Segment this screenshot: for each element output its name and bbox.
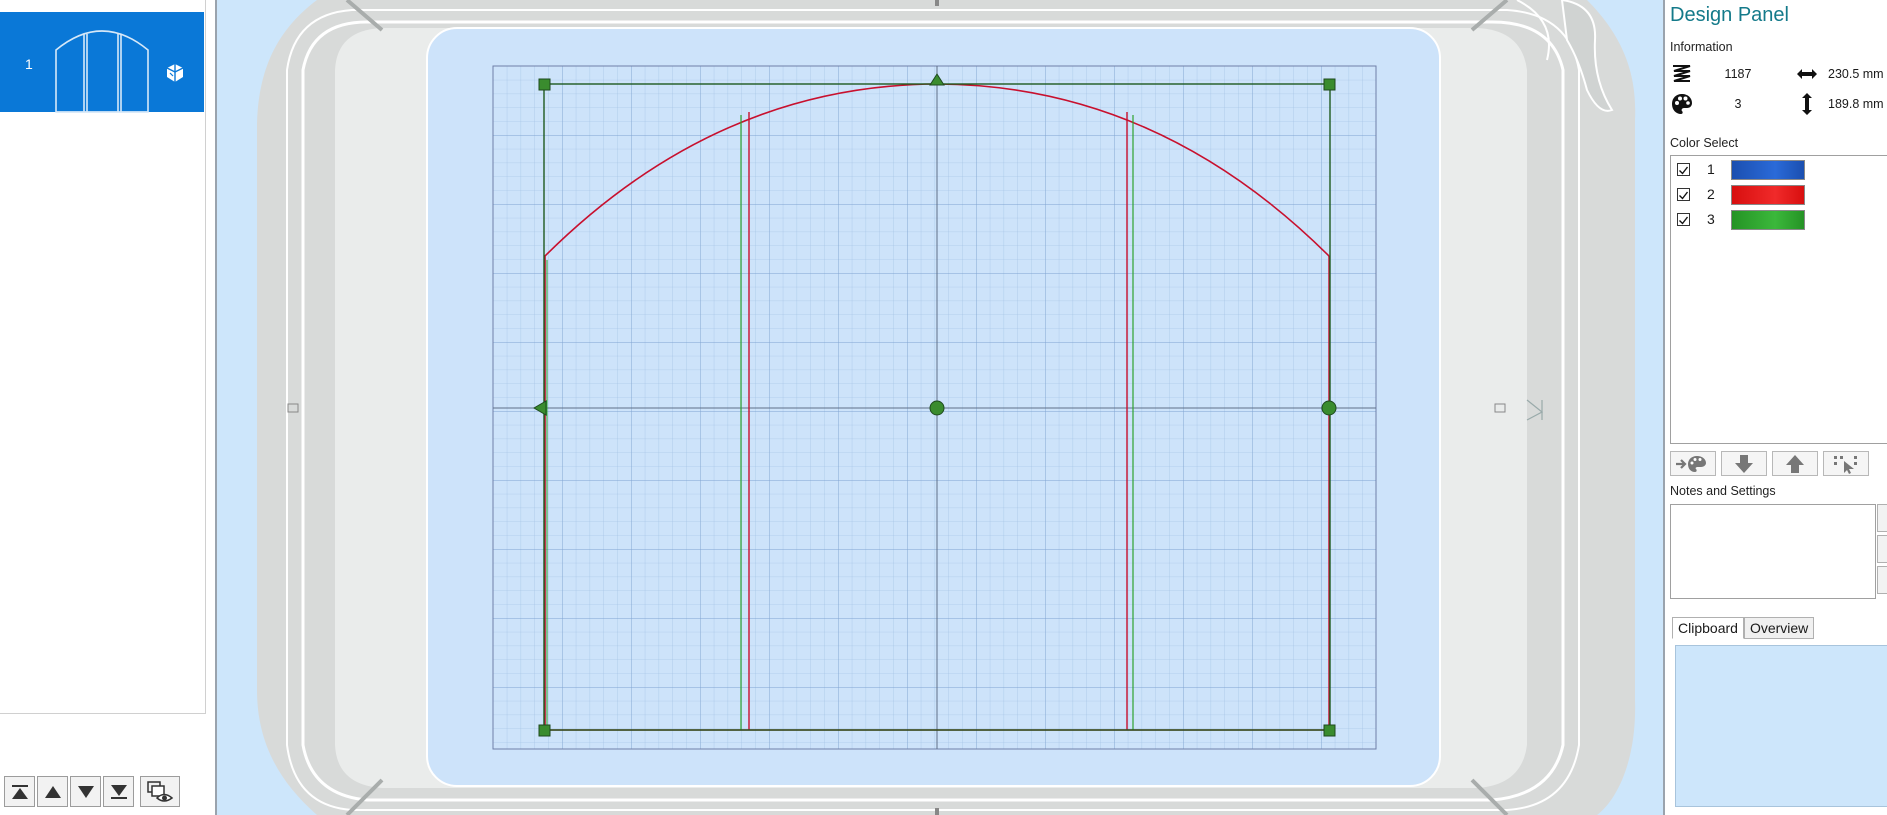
notes-button-3[interactable] (1877, 566, 1887, 594)
move-to-top-icon (11, 784, 28, 799)
select-pointer-icon (1834, 455, 1857, 474)
stitch-count-icon (1673, 65, 1691, 82)
palette-icon (1672, 94, 1692, 114)
design-width-value: 230.5 mm (1828, 67, 1884, 81)
move-to-bottom-button[interactable] (103, 776, 134, 807)
color-select-list: 1 2 3 (1670, 155, 1887, 444)
center-handle[interactable] (929, 400, 945, 416)
move-down-button[interactable] (70, 776, 101, 807)
notes-textarea[interactable] (1670, 504, 1876, 599)
color-2-number: 2 (1707, 186, 1715, 202)
change-color-button[interactable] (1670, 451, 1716, 476)
design-height-value: 189.8 mm (1828, 97, 1884, 111)
move-color-up-button[interactable] (1772, 451, 1818, 476)
clipboard-overview-tabs: Clipboard Overview (1672, 617, 1815, 639)
select-color-button[interactable] (1823, 451, 1869, 476)
right-handle[interactable] (1321, 400, 1337, 416)
notes-settings-heading: Notes and Settings (1670, 484, 1776, 498)
clipboard-preview[interactable] (1675, 645, 1887, 807)
info-row-colors: 3 189.8 mm (1670, 92, 1887, 118)
layers-panel: 1 (0, 0, 215, 815)
height-arrows-icon (1802, 93, 1812, 115)
arrow-down-icon (1735, 454, 1753, 473)
move-up-icon (44, 785, 61, 798)
move-up-button[interactable] (37, 776, 68, 807)
layer-order-toolbar (4, 776, 180, 810)
layer-thumbnail (55, 30, 149, 113)
color-3-number: 3 (1707, 211, 1715, 227)
move-to-top-button[interactable] (4, 776, 35, 807)
color-2-checkbox[interactable] (1677, 188, 1690, 201)
color-tools-toolbar (1670, 451, 1869, 476)
resize-handle-bottom-left[interactable] (538, 724, 551, 737)
color-count-value: 3 (1734, 97, 1742, 111)
color-row-2[interactable]: 2 (1677, 184, 1887, 206)
color-3-swatch[interactable] (1731, 210, 1805, 230)
hoop-canvas[interactable] (217, 0, 1663, 815)
color-3-checkbox[interactable] (1677, 213, 1690, 226)
notes-button-1[interactable] (1877, 504, 1887, 532)
width-arrows-icon (1797, 69, 1817, 79)
layer-list: 1 (0, 0, 206, 714)
design-workspace[interactable] (217, 0, 1663, 815)
color-row-1[interactable]: 1 (1677, 159, 1887, 181)
layer-number: 1 (25, 56, 33, 72)
color-1-swatch[interactable] (1731, 160, 1805, 180)
tab-clipboard[interactable]: Clipboard (1672, 617, 1744, 639)
design-panel-title: Design Panel (1670, 4, 1789, 26)
color-2-swatch[interactable] (1731, 185, 1805, 205)
layer-visibility-icon[interactable] (164, 62, 186, 84)
view-options-button[interactable] (140, 776, 180, 807)
info-row-stitches: 1187 230.5 mm (1670, 62, 1887, 88)
layer-item-1[interactable]: 1 (0, 12, 204, 113)
information-heading: Information (1670, 40, 1733, 54)
color-1-checkbox[interactable] (1677, 163, 1690, 176)
stitch-count-value: 1187 (1724, 67, 1752, 81)
move-color-down-button[interactable] (1721, 451, 1767, 476)
resize-handle-top-left[interactable] (538, 78, 551, 91)
notes-button-2[interactable] (1877, 535, 1887, 563)
color-1-number: 1 (1707, 161, 1715, 177)
arrow-palette-icon (1676, 455, 1706, 472)
design-panel: Design Panel Information 1187 230.5 mm 3… (1665, 0, 1887, 815)
resize-handle-bottom-right[interactable] (1323, 724, 1336, 737)
move-down-icon (77, 785, 94, 798)
notes-side-buttons (1877, 504, 1887, 599)
resize-handle-top-right[interactable] (1323, 78, 1336, 91)
view-eye-icon (147, 780, 174, 802)
move-to-bottom-icon (110, 784, 127, 799)
tab-overview[interactable]: Overview (1743, 617, 1815, 639)
color-row-3[interactable]: 3 (1677, 209, 1887, 231)
arrow-up-icon (1786, 454, 1804, 473)
color-select-heading: Color Select (1670, 136, 1739, 150)
